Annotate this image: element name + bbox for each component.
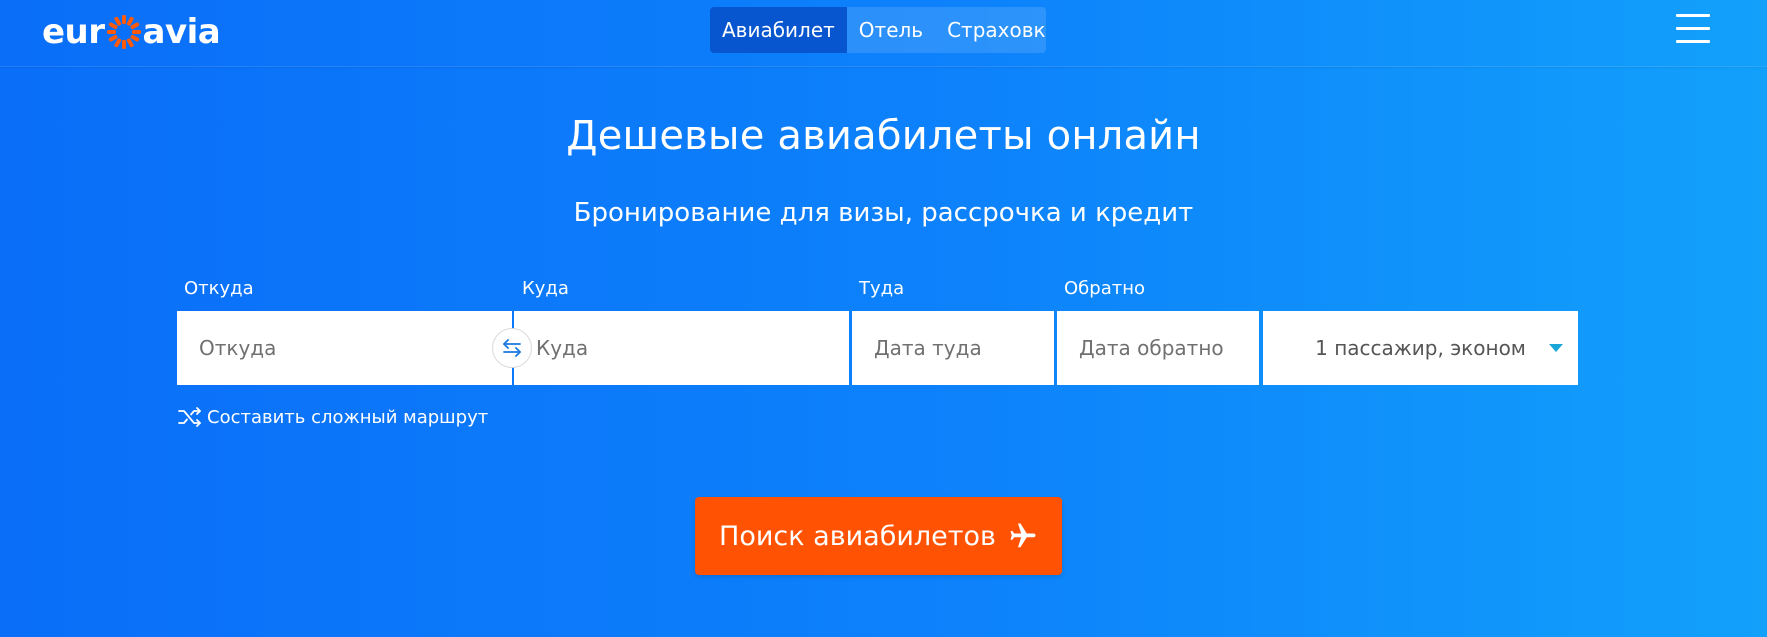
to-label: Куда (522, 278, 569, 299)
to-field (514, 311, 849, 385)
airplane-icon (1010, 523, 1036, 548)
from-label: Откуда (184, 278, 254, 299)
tab-insurance[interactable]: Страховка (935, 7, 1046, 53)
sun-ring-icon (106, 15, 141, 49)
product-tabs: Авиабилет Отель Страховка (710, 7, 1046, 53)
site-header: eur avia Авиабилет Отель Страховка (0, 0, 1767, 67)
to-input[interactable] (514, 311, 849, 385)
search-button-label: Поиск авиабилетов (719, 520, 996, 552)
chevron-down-icon (1549, 344, 1563, 352)
logo[interactable]: eur avia (42, 12, 221, 52)
tab-flights[interactable]: Авиабилет (710, 7, 847, 53)
page-title: Дешевые авиабилеты онлайн (566, 113, 1201, 159)
search-flights-button[interactable]: Поиск авиабилетов (695, 497, 1062, 575)
swap-arrows-icon (503, 339, 521, 357)
from-input[interactable] (177, 311, 512, 385)
tab-hotel[interactable]: Отель (847, 7, 935, 53)
return-field (1057, 311, 1259, 385)
depart-label: Туда (859, 278, 905, 299)
complex-route-label: Составить сложный маршрут (207, 406, 489, 428)
depart-date-input[interactable] (852, 311, 1054, 385)
hamburger-menu-icon[interactable] (1676, 14, 1710, 44)
depart-field (852, 311, 1054, 385)
shuffle-icon (178, 407, 201, 427)
page-subtitle: Бронирование для визы, рассрочка и креди… (573, 198, 1194, 228)
return-date-input[interactable] (1057, 311, 1259, 385)
passengers-select[interactable]: 1 пассажир, эконом (1263, 311, 1578, 385)
logo-text-left: eur (42, 12, 105, 52)
passengers-value: 1 пассажир, эконом (1315, 336, 1526, 360)
logo-text-right: avia (142, 12, 221, 52)
return-label: Обратно (1064, 278, 1145, 299)
swap-button[interactable] (492, 328, 532, 368)
from-field (177, 311, 512, 385)
complex-route-link[interactable]: Составить сложный маршрут (177, 404, 488, 430)
